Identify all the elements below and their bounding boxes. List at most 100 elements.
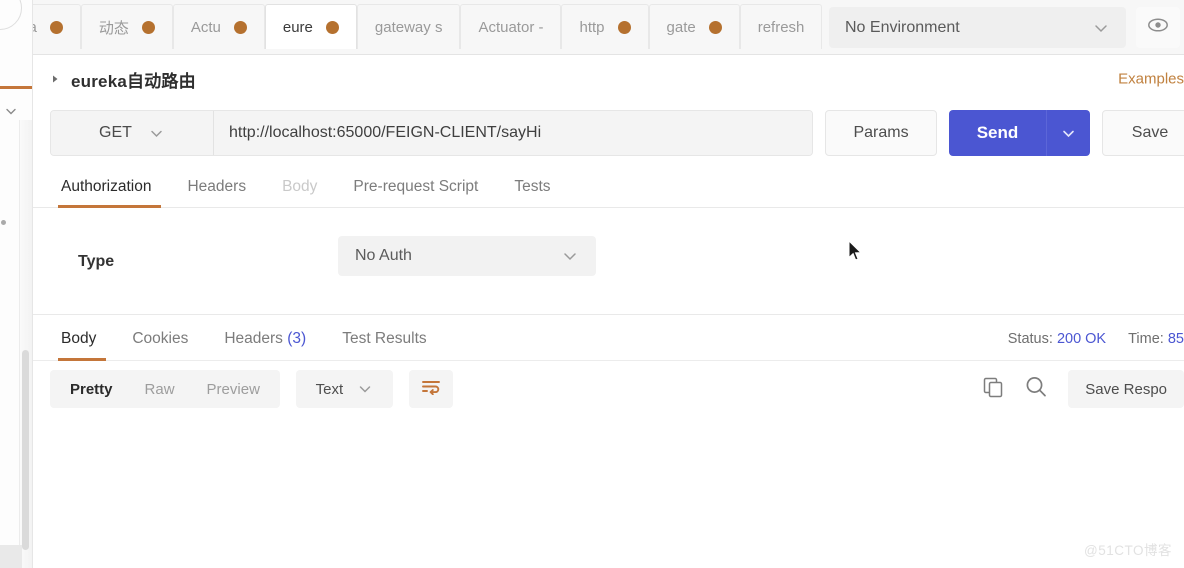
workspace-tab-label: refresh <box>757 18 805 36</box>
caret-right-icon[interactable] <box>50 73 62 85</box>
workspace-tab[interactable]: ca <box>33 4 81 49</box>
method-url-group: GET http://localhost:65000/FEIGN-CLIENT/… <box>50 110 813 156</box>
workspace-tab-label: 动态 <box>98 19 129 37</box>
main-panel: ca 动态 Actu eure gateway s Actuator - <box>33 0 1184 568</box>
tab-headers[interactable]: Headers <box>169 178 264 207</box>
search-button[interactable] <box>1024 375 1048 404</box>
chevron-down-icon[interactable] <box>4 104 18 118</box>
send-button[interactable]: Send <box>949 110 1046 156</box>
unsaved-dot-icon <box>325 20 339 34</box>
sidebar-accent-bar <box>0 86 32 89</box>
workspace-tab[interactable]: Actu <box>172 4 265 49</box>
postman-window: ca 动态 Actu eure gateway s Actuator - <box>0 0 1184 568</box>
watermark: @51CTO博客 <box>1084 543 1172 558</box>
tab-tests[interactable]: Tests <box>496 178 568 207</box>
workspace-tab[interactable]: 动态 <box>80 4 173 49</box>
workspace-tab[interactable]: gateway s <box>356 4 461 49</box>
environment-quick-look-button[interactable] <box>1136 7 1180 48</box>
environment-selector[interactable]: No Environment <box>829 7 1126 48</box>
response-panel: Body Cookies Headers (3) Test Results St… <box>33 315 1184 417</box>
params-button[interactable]: Params <box>825 110 937 156</box>
page-title: eureka自动路由 <box>71 71 196 91</box>
request-tab-bar: ca 动态 Actu eure gateway s Actuator - <box>33 0 1184 55</box>
headers-count-badge: (3) <box>287 330 307 347</box>
tab-pre-request-script[interactable]: Pre-request Script <box>335 178 496 207</box>
sidebar-scrollbar[interactable] <box>22 350 29 550</box>
view-mode-raw[interactable]: Raw <box>129 374 191 404</box>
url-bar: GET http://localhost:65000/FEIGN-CLIENT/… <box>33 103 1184 163</box>
copy-icon <box>982 376 1004 403</box>
workspace-tab[interactable]: gate <box>648 4 740 49</box>
response-toolbar: Pretty Raw Preview Text Save Respo <box>33 361 1184 417</box>
workspace-tab-label: ca <box>33 19 37 36</box>
tab-response-body[interactable]: Body <box>50 330 114 361</box>
unsaved-dot-icon <box>49 20 63 34</box>
response-section-tabs: Body Cookies Headers (3) Test Results St… <box>33 315 1184 361</box>
tab-body[interactable]: Body <box>264 178 335 207</box>
chevron-down-icon <box>1092 19 1110 37</box>
response-format-selector[interactable]: Text <box>295 370 393 408</box>
url-input-value: http://localhost:65000/FEIGN-CLIENT/sayH… <box>229 124 542 141</box>
http-method-value: GET <box>99 124 132 141</box>
workspace-tab-label: gateway s <box>374 18 443 36</box>
environment-selector-value: No Environment <box>845 18 960 36</box>
save-button[interactable]: Save <box>1102 110 1184 156</box>
workspace-tab-active[interactable]: eure <box>264 4 357 49</box>
save-response-button[interactable]: Save Respo <box>1068 370 1184 408</box>
workspace-tab[interactable]: Actuator - <box>460 4 562 49</box>
workspace-tab[interactable]: refresh <box>739 4 823 49</box>
unsaved-dot-icon <box>141 20 155 34</box>
view-mode-pretty[interactable]: Pretty <box>54 374 129 404</box>
wrap-lines-button[interactable] <box>408 370 453 408</box>
sidebar-bottom-box <box>0 545 22 568</box>
left-sidebar-strip <box>0 0 33 568</box>
time-label: Time: <box>1128 331 1164 347</box>
eye-icon <box>1147 17 1169 38</box>
chevron-down-icon <box>561 247 579 265</box>
examples-link[interactable]: Examples <box>1118 71 1184 88</box>
http-method-selector[interactable]: GET <box>51 111 214 155</box>
workspace-tab-label: gate <box>666 18 696 36</box>
workspace-tab-label: Actuator - <box>478 18 544 36</box>
response-meta: Status: 200 OK Time: 85 <box>1008 331 1184 347</box>
send-options-button[interactable] <box>1046 110 1090 156</box>
time-value: 85 <box>1167 331 1184 347</box>
auth-type-selector[interactable]: No Auth <box>338 236 596 276</box>
sidebar-bullet-icon <box>1 220 6 225</box>
unsaved-dot-icon <box>233 20 247 34</box>
response-view-mode-group: Pretty Raw Preview <box>50 370 280 408</box>
workspace-tab-label: Actu <box>190 18 221 36</box>
unsaved-dot-icon <box>708 20 722 34</box>
auth-type-value: No Auth <box>355 247 412 264</box>
workspace-tab-label: http <box>579 18 605 36</box>
copy-button[interactable] <box>982 376 1004 403</box>
auth-type-label: Type <box>78 253 115 270</box>
breadcrumb: eureka自动路由 Examples <box>33 55 1184 103</box>
tab-authorization[interactable]: Authorization <box>50 178 169 208</box>
status-badge: 200 OK <box>1056 331 1107 347</box>
url-input[interactable]: http://localhost:65000/FEIGN-CLIENT/sayH… <box>214 111 812 155</box>
tab-response-headers[interactable]: Headers (3) <box>206 330 324 360</box>
time-group: Time: 85 <box>1128 331 1184 347</box>
response-format-value: Text <box>315 380 344 398</box>
tab-test-results[interactable]: Test Results <box>324 330 444 360</box>
avatar-circle <box>0 0 22 30</box>
workspace-tab-label: eure <box>282 18 313 36</box>
status-group: Status: 200 OK <box>1008 331 1106 347</box>
search-icon <box>1024 375 1048 404</box>
unsaved-dot-icon <box>617 20 631 34</box>
chevron-down-icon <box>1060 125 1077 142</box>
status-label: Status: <box>1007 331 1053 347</box>
authorization-panel: Type No Auth <box>33 208 1184 315</box>
view-mode-preview[interactable]: Preview <box>191 374 276 404</box>
workspace-tab[interactable]: http <box>561 4 649 49</box>
chevron-down-icon <box>148 125 165 142</box>
tab-response-headers-label: Headers <box>224 330 283 347</box>
environment-controls: No Environment <box>829 0 1184 54</box>
request-section-tabs: Authorization Headers Body Pre-request S… <box>33 163 1184 208</box>
send-button-group: Send <box>949 110 1090 156</box>
tab-response-cookies[interactable]: Cookies <box>114 330 206 360</box>
wrap-lines-icon <box>421 379 441 400</box>
response-actions: Save Respo <box>982 370 1184 408</box>
chevron-down-icon <box>357 381 373 397</box>
